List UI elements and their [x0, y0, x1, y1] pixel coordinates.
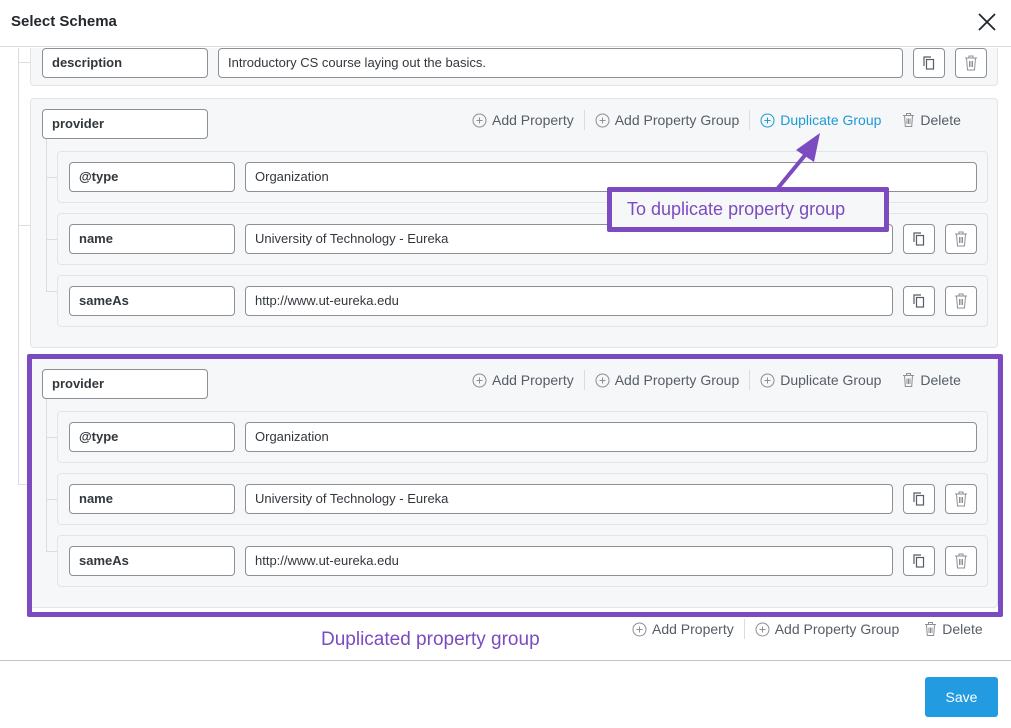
trash-icon	[925, 622, 937, 636]
duplicated-group-label: Duplicated property group	[321, 629, 540, 650]
plus-circle-icon	[595, 113, 610, 127]
add-property-button[interactable]: Add Property	[632, 621, 734, 637]
close-button[interactable]	[976, 11, 998, 33]
duplicate-property-button[interactable]	[913, 48, 945, 78]
property-key-input[interactable]: sameAs	[69, 286, 235, 316]
divider	[743, 619, 745, 639]
plus-circle-icon	[755, 622, 770, 636]
tree-line	[18, 48, 19, 484]
duplicate-property-button[interactable]	[903, 286, 935, 316]
delete-group-label: Delete	[920, 112, 961, 128]
duplicated-group-highlight	[27, 354, 1003, 617]
divider	[749, 110, 751, 130]
delete-property-button[interactable]	[955, 48, 987, 78]
add-property-label: Add Property	[652, 621, 734, 637]
trash-icon	[955, 293, 967, 309]
copy-icon	[923, 56, 935, 70]
property-row-description: description Introductory CS course layin…	[30, 48, 998, 86]
plus-circle-icon	[632, 622, 647, 636]
delete-button[interactable]: Delete	[924, 621, 983, 637]
plus-circle-icon	[760, 113, 775, 127]
add-property-group-label: Add Property Group	[774, 621, 900, 637]
divider	[583, 110, 585, 130]
trash-icon	[903, 113, 915, 127]
duplicate-group-label: Duplicate Group	[780, 112, 882, 128]
property-key-input[interactable]: name	[69, 224, 235, 254]
root-actions: Add Property Add Property Group Delete	[632, 618, 983, 640]
property-value-input[interactable]: Introductory CS course laying out the ba…	[218, 48, 903, 78]
close-icon	[978, 13, 996, 31]
copy-icon	[913, 294, 925, 308]
modal-title: Select Schema	[11, 13, 117, 30]
property-key-input[interactable]: description	[42, 48, 208, 78]
property-row: sameAs http://www.ut-eureka.edu	[57, 275, 988, 327]
duplicate-group-button[interactable]: Duplicate Group	[760, 112, 881, 128]
callout-arrow-icon	[776, 133, 820, 190]
group-key-input[interactable]: provider	[42, 109, 208, 139]
add-property-button[interactable]: Add Property	[472, 112, 574, 128]
copy-icon	[913, 232, 925, 246]
add-property-group-button[interactable]: Add Property Group	[755, 621, 900, 637]
save-button[interactable]: Save	[925, 677, 998, 717]
delete-label: Delete	[942, 621, 983, 637]
group-actions: Add Property Add Property Group Duplicat…	[472, 109, 961, 131]
tree-connector	[18, 225, 30, 226]
add-property-group-button[interactable]: Add Property Group	[595, 112, 740, 128]
tree-connector	[18, 62, 30, 63]
modal-footer: Save	[0, 660, 1011, 728]
plus-circle-icon	[472, 113, 487, 127]
trash-icon	[965, 55, 977, 71]
duplicate-property-button[interactable]	[903, 224, 935, 254]
trash-icon	[955, 231, 967, 247]
tree-line	[46, 139, 47, 291]
property-key-input[interactable]: @type	[69, 162, 235, 192]
add-property-group-label: Add Property Group	[614, 112, 740, 128]
delete-property-button[interactable]	[945, 224, 977, 254]
modal-header: Select Schema	[0, 0, 1011, 47]
delete-property-button[interactable]	[945, 286, 977, 316]
property-value-input[interactable]: http://www.ut-eureka.edu	[245, 286, 893, 316]
add-property-label: Add Property	[492, 112, 574, 128]
duplicate-callout-text: To duplicate property group	[627, 199, 846, 219]
delete-group-button[interactable]: Delete	[902, 112, 961, 128]
